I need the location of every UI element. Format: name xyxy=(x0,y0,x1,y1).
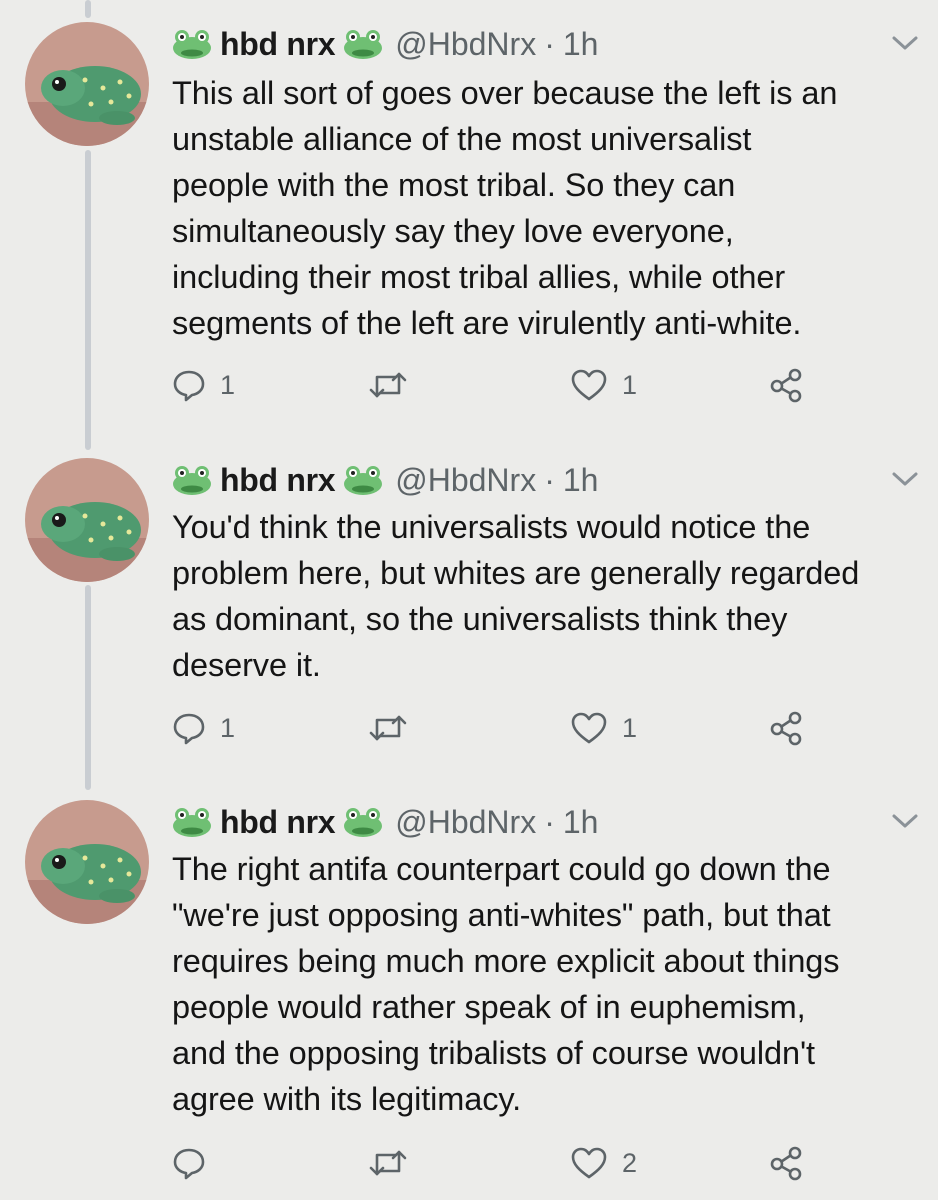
like-button[interactable]: 2 xyxy=(570,1143,637,1183)
retweet-icon xyxy=(369,1150,407,1176)
separator: · xyxy=(544,25,555,62)
tweet-header: hbd nrx @HbdNrx · 1h xyxy=(172,458,598,502)
avatar[interactable] xyxy=(25,800,149,924)
separator: · xyxy=(544,803,555,840)
retweet-icon xyxy=(369,715,407,741)
chevron-down-icon[interactable] xyxy=(890,811,920,831)
share-button[interactable] xyxy=(768,365,804,405)
like-count: 2 xyxy=(622,1147,638,1178)
reply-bubble-icon xyxy=(173,370,205,402)
like-count: 1 xyxy=(622,369,638,400)
separator: · xyxy=(544,461,555,498)
chevron-down-icon[interactable] xyxy=(890,33,920,53)
frog-face-icon xyxy=(344,808,383,837)
reply-bubble-icon xyxy=(173,713,205,745)
tweet-header: hbd nrx @HbdNrx · 1h xyxy=(172,22,598,66)
frog-photo-avatar xyxy=(25,22,149,146)
user-handle[interactable]: @HbdNrx xyxy=(395,804,536,841)
share-icon xyxy=(770,1146,802,1181)
display-name[interactable]: hbd nrx xyxy=(220,26,336,63)
frog-photo-avatar xyxy=(25,800,149,924)
frog-face-icon xyxy=(344,30,383,59)
display-name[interactable]: hbd nrx xyxy=(220,462,336,499)
reply-button[interactable]: 1 xyxy=(172,365,235,405)
timestamp[interactable]: 1h xyxy=(563,804,599,841)
tweet-actions: 2 xyxy=(172,1143,912,1183)
like-button[interactable]: 1 xyxy=(570,708,637,748)
reply-button[interactable] xyxy=(172,1143,220,1183)
reply-button[interactable]: 1 xyxy=(172,708,235,748)
heart-icon xyxy=(571,1147,607,1179)
chevron-down-icon[interactable] xyxy=(890,469,920,489)
tweet-text: You'd think the universalists would noti… xyxy=(172,509,860,683)
share-button[interactable] xyxy=(768,708,804,748)
share-button[interactable] xyxy=(768,1143,804,1183)
heart-icon xyxy=(571,369,607,401)
retweet-button[interactable] xyxy=(368,1143,422,1183)
thread-line xyxy=(85,585,91,790)
frog-face-icon xyxy=(344,466,383,495)
tweet-text: The right antifa counterpart could go do… xyxy=(172,851,840,1117)
display-name[interactable]: hbd nrx xyxy=(220,804,336,841)
timestamp[interactable]: 1h xyxy=(563,26,599,63)
tweet-header: hbd nrx @HbdNrx · 1h xyxy=(172,800,598,844)
frog-face-icon xyxy=(173,30,211,59)
like-count: 1 xyxy=(622,712,638,743)
share-icon xyxy=(770,711,802,746)
user-handle[interactable]: @HbdNrx xyxy=(395,462,536,499)
thread-line xyxy=(85,150,91,450)
reply-count: 1 xyxy=(220,369,236,400)
frog-photo-avatar xyxy=(25,458,149,582)
reply-count: 1 xyxy=(220,712,236,743)
frog-face-icon xyxy=(173,466,211,495)
reply-bubble-icon xyxy=(173,1148,205,1180)
tweet-actions: 1 1 xyxy=(172,365,912,405)
thread-line xyxy=(85,0,91,18)
tweet-text: This all sort of goes over because the l… xyxy=(172,75,838,341)
like-button[interactable]: 1 xyxy=(570,365,637,405)
tweet-actions: 1 1 xyxy=(172,708,912,748)
retweet-icon xyxy=(369,372,407,398)
retweet-button[interactable] xyxy=(368,365,422,405)
avatar[interactable] xyxy=(25,458,149,582)
user-handle[interactable]: @HbdNrx xyxy=(395,26,536,63)
frog-face-icon xyxy=(173,808,211,837)
timestamp[interactable]: 1h xyxy=(563,462,599,499)
share-icon xyxy=(770,368,802,403)
avatar[interactable] xyxy=(25,22,149,146)
heart-icon xyxy=(571,712,607,744)
retweet-button[interactable] xyxy=(368,708,422,748)
